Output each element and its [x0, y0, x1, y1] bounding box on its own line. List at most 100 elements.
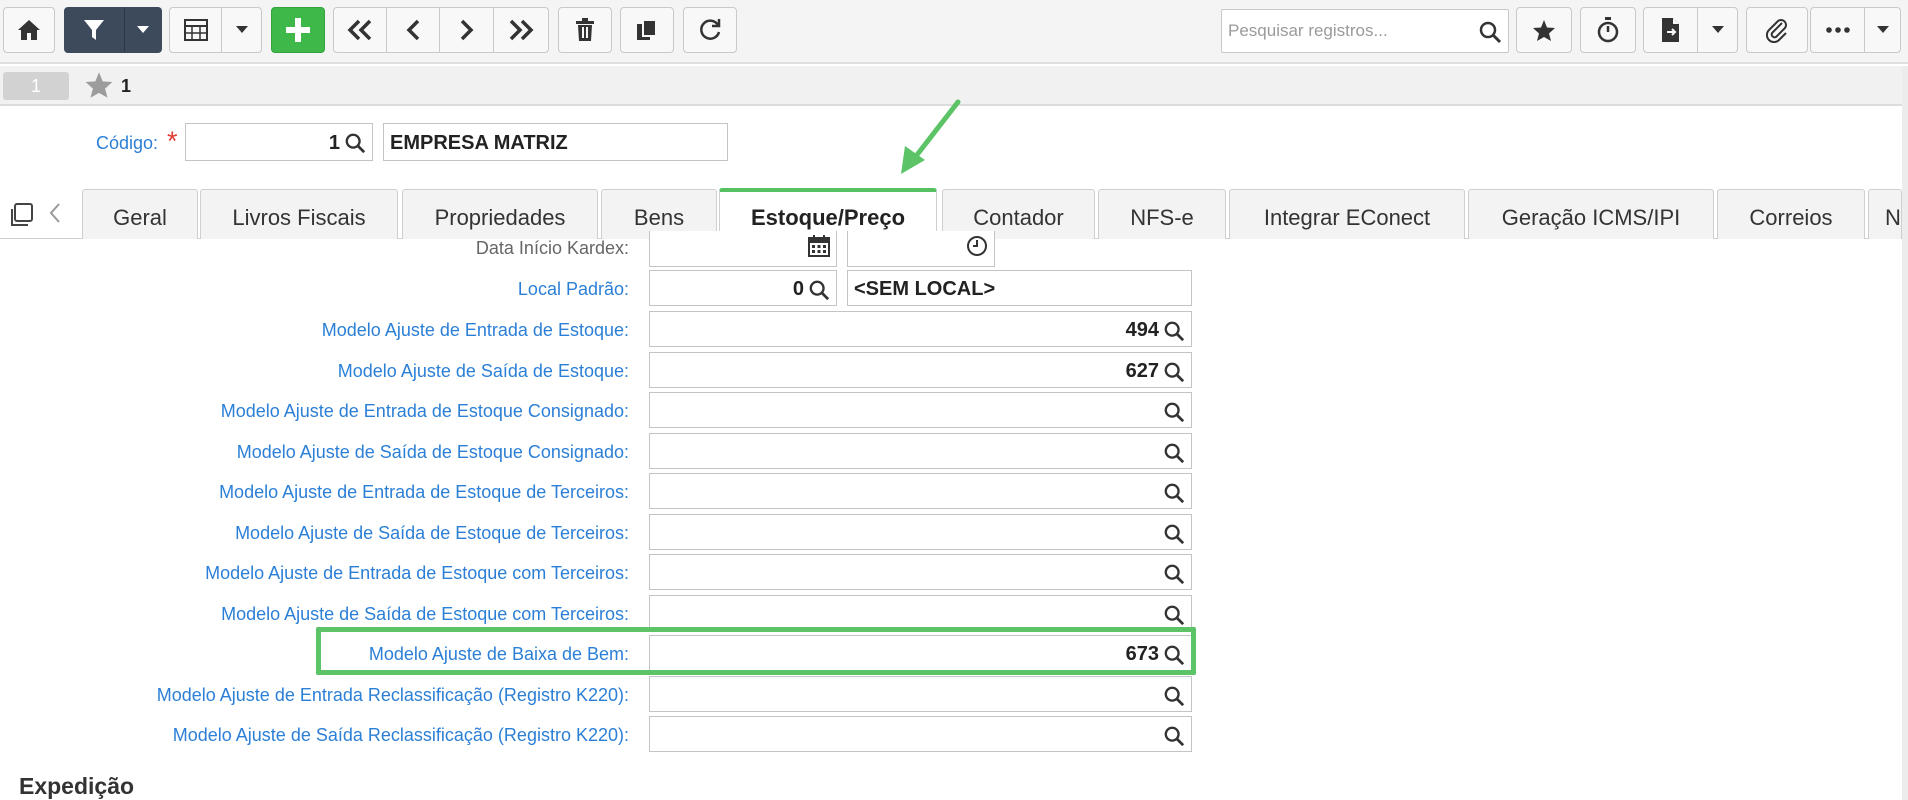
code-field[interactable]: 1	[185, 123, 373, 161]
star-icon	[1533, 19, 1555, 41]
adjustment-model-field[interactable]: 627	[649, 351, 1192, 388]
search-icon[interactable]	[1163, 685, 1185, 712]
adjustment-model-label: Modelo Ajuste de Entrada de Estoque:	[321, 320, 629, 340]
adjustment-model-label: Modelo Ajuste de Saída de Estoque com Te…	[221, 603, 629, 624]
add-record-button[interactable]	[271, 7, 325, 53]
delete-button[interactable]	[558, 7, 612, 53]
adjustment-model-label: Modelo Ajuste de Entrada de Estoque com …	[205, 563, 629, 583]
tab-geracao-icms-ipi[interactable]: Geração ICMS/IPI	[1468, 189, 1714, 239]
local-code-field[interactable]: 0	[649, 270, 837, 306]
company-name: EMPRESA MATRIZ	[390, 132, 568, 154]
adjustment-model-value: 673	[1125, 643, 1159, 665]
adjustment-model-label: Modelo Ajuste de Baixa de Bem:	[368, 644, 629, 664]
attachments-button[interactable]	[1746, 7, 1808, 53]
adjustment-model-label: Modelo Ajuste de Entrada de Estoque de T…	[219, 482, 629, 502]
adjustment-model-field[interactable]: 494	[649, 311, 1192, 347]
search-icon[interactable]	[1163, 442, 1185, 469]
refresh-icon	[700, 19, 721, 40]
home-button[interactable]	[3, 7, 55, 53]
grid-icon	[183, 19, 208, 41]
search-icon[interactable]	[344, 132, 366, 159]
tab-nfs-e[interactable]: NFS-e	[1098, 189, 1226, 239]
code-label: Código:	[96, 133, 159, 153]
prev-icon	[406, 19, 420, 41]
filter-icon	[84, 20, 104, 40]
search-icon[interactable]	[1163, 604, 1185, 631]
adjustment-model-label: Modelo Ajuste de Saída de Estoque de Ter…	[235, 522, 629, 543]
clock-icon[interactable]	[966, 235, 988, 262]
trash-icon	[576, 18, 594, 41]
favorite-button[interactable]	[1516, 7, 1572, 53]
kardex-time-field[interactable]	[847, 231, 995, 267]
copy-icon	[637, 19, 657, 40]
grid-dropdown-button[interactable]	[222, 7, 262, 53]
tab-propriedades[interactable]: Propriedades	[402, 189, 598, 239]
kardex-label: Data Início Kardex:	[475, 238, 629, 258]
search-icon[interactable]	[1163, 563, 1185, 590]
adjustment-model-field[interactable]	[649, 432, 1192, 469]
grid-view-button[interactable]	[169, 7, 222, 53]
required-mark: *	[167, 126, 178, 156]
search-icon[interactable]	[1163, 320, 1185, 347]
search-icon[interactable]	[1163, 361, 1185, 388]
plus-icon	[286, 18, 310, 42]
tab-geral[interactable]: Geral	[82, 189, 198, 239]
search-icon[interactable]	[1163, 644, 1185, 671]
adjustment-model-value: 494	[1125, 319, 1159, 341]
caret-down-icon	[137, 26, 149, 33]
adjustment-model-field[interactable]	[649, 675, 1192, 712]
local-name-value: <SEM LOCAL>	[854, 278, 996, 300]
tab-livros-fiscais[interactable]: Livros Fiscais	[200, 189, 398, 239]
first-icon	[347, 19, 372, 41]
adjustment-model-field[interactable]: 673	[649, 635, 1192, 671]
search-input[interactable]	[1222, 10, 1472, 52]
previous-record-button[interactable]	[387, 7, 440, 53]
next-record-button[interactable]	[440, 7, 494, 53]
more-options-button[interactable]	[1810, 7, 1865, 53]
page-scrollbar[interactable]	[1902, 66, 1908, 800]
filter-button[interactable]	[64, 7, 124, 53]
adjustment-model-label: Modelo Ajuste de Saída de Estoque:	[337, 360, 629, 381]
adjustment-model-label: Modelo Ajuste de Entrada Reclassificação…	[156, 684, 629, 705]
tab-overflow[interactable]: N	[1868, 189, 1902, 239]
refresh-button[interactable]	[683, 7, 737, 53]
more-dropdown-button[interactable]	[1865, 7, 1901, 53]
star-icon[interactable]	[84, 71, 114, 104]
search-icon[interactable]	[1163, 725, 1185, 752]
export-dropdown-button[interactable]	[1698, 7, 1738, 53]
local-name-field[interactable]: <SEM LOCAL>	[847, 270, 1192, 306]
adjustment-model-field[interactable]	[649, 594, 1192, 631]
local-code-value: 0	[792, 278, 804, 300]
adjustment-model-field[interactable]	[649, 473, 1192, 509]
filter-dropdown-button[interactable]	[124, 7, 162, 53]
last-icon	[509, 19, 534, 41]
stopwatch-icon	[1597, 17, 1619, 43]
search-icon[interactable]	[808, 279, 830, 306]
adjustment-model-field[interactable]	[649, 716, 1192, 752]
search-icon[interactable]	[1163, 523, 1185, 550]
kardex-date-field[interactable]	[649, 231, 837, 267]
caret-down-icon	[235, 26, 248, 33]
adjustment-model-field[interactable]	[649, 554, 1192, 590]
section-title-expedicao: Expedição	[19, 773, 135, 799]
search-icon[interactable]	[1478, 20, 1502, 49]
tab-integrar-econect[interactable]: Integrar EConect	[1229, 189, 1465, 239]
timer-button[interactable]	[1580, 7, 1636, 53]
first-record-button[interactable]	[333, 7, 387, 53]
record-index-badge[interactable]: 1	[3, 72, 69, 100]
export-button[interactable]	[1643, 7, 1698, 53]
tab-correios[interactable]: Correios	[1717, 189, 1865, 239]
company-name-field[interactable]: EMPRESA MATRIZ	[383, 123, 728, 161]
paperclip-icon	[1765, 19, 1787, 43]
search-icon[interactable]	[1163, 401, 1185, 428]
next-icon	[460, 19, 473, 41]
caret-down-icon	[1876, 26, 1889, 33]
calendar-icon[interactable]	[808, 235, 830, 262]
copy-icon[interactable]	[9, 202, 35, 233]
search-icon[interactable]	[1163, 482, 1185, 509]
adjustment-model-field[interactable]	[649, 392, 1192, 428]
adjustment-model-field[interactable]	[649, 513, 1192, 550]
chevron-left-icon[interactable]	[48, 202, 62, 229]
last-record-button[interactable]	[494, 7, 549, 53]
duplicate-button[interactable]	[620, 7, 674, 53]
